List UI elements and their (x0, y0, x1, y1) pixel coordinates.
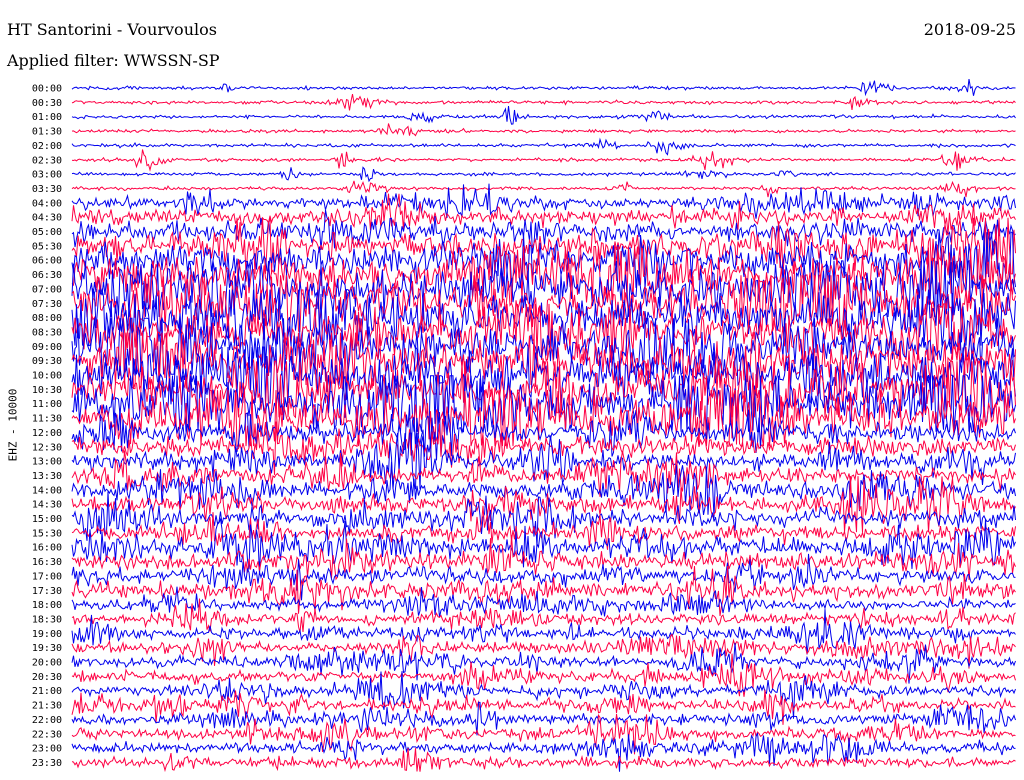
hour-tick-label: 02:00 (32, 141, 62, 152)
hour-tick-label: 07:00 (32, 284, 62, 295)
hour-tick-label: 06:00 (32, 256, 62, 267)
hour-tick-label: 17:30 (32, 586, 62, 597)
trace-22:00 (71, 701, 1016, 736)
hour-tick-label: 01:30 (32, 127, 62, 138)
hour-tick-label: 06:30 (32, 270, 62, 281)
hour-tick-label: 03:30 (32, 184, 62, 195)
hour-tick-label: 10:00 (32, 371, 62, 382)
trace-02:00 (71, 137, 1016, 156)
trace-08:00 (71, 287, 1016, 348)
hour-tick-label: 19:00 (32, 629, 62, 640)
trace-21:00 (71, 671, 1016, 719)
hour-tick-label: 16:30 (32, 557, 62, 568)
hour-tick-label: 02:30 (32, 155, 62, 166)
hour-tick-label: 12:00 (32, 428, 62, 439)
hour-tick-label: 19:30 (32, 643, 62, 654)
trace-00:00 (71, 79, 1016, 97)
hour-tick-label: 05:30 (32, 241, 62, 252)
hour-tick-label: 21:30 (32, 701, 62, 712)
hour-tick-label: 12:30 (32, 442, 62, 453)
hour-tick-label: 07:30 (32, 299, 62, 310)
hour-tick-label: 21:00 (32, 686, 62, 697)
hour-tick-label: 11:30 (32, 414, 62, 425)
hour-tick-label: 15:30 (32, 528, 62, 539)
trace-01:30 (71, 123, 1016, 137)
hour-tick-label: 22:00 (32, 715, 62, 726)
trace-01:00 (71, 106, 1016, 125)
hour-tick-label: 17:00 (32, 571, 62, 582)
hour-tick-label: 23:00 (32, 744, 62, 755)
trace-23:30 (71, 747, 1016, 773)
hour-tick-label: 04:30 (32, 213, 62, 224)
hour-tick-label: 13:30 (32, 471, 62, 482)
hour-tick-label: 03:00 (32, 170, 62, 181)
hour-tick-label: 08:30 (32, 327, 62, 338)
hour-tick-labels: 00:00 00:30 01:00 01:30 02:00 02:30 03:00 03:30… (32, 84, 62, 769)
hour-tick-label: 10:30 (32, 385, 62, 396)
trace-02:30 (71, 149, 1016, 172)
hour-tick-label: 00:30 (32, 98, 62, 109)
trace-00:30 (71, 93, 1016, 111)
trace-03:00 (71, 166, 1016, 183)
hour-tick-label: 20:30 (32, 672, 62, 683)
hour-tick-label: 23:30 (32, 758, 62, 769)
hour-tick-label: 14:00 (32, 485, 62, 496)
hour-tick-label: 09:00 (32, 342, 62, 353)
seismogram-plot: 00:00 00:30 01:00 01:30 02:00 02:30 03:00 03:30… (32, 79, 1016, 773)
hour-tick-label: 22:30 (32, 729, 62, 740)
trace-03:30 (71, 180, 1016, 198)
hour-tick-label: 18:30 (32, 614, 62, 625)
hour-tick-label: 04:00 (32, 198, 62, 209)
hour-tick-label: 15:00 (32, 514, 62, 525)
hour-tick-label: 20:00 (32, 658, 62, 669)
hour-tick-label: 11:00 (32, 399, 62, 410)
hour-tick-label: 14:30 (32, 500, 62, 511)
hour-tick-label: 13:00 (32, 457, 62, 468)
hour-tick-label: 00:00 (32, 84, 62, 95)
hour-tick-label: 05:00 (32, 227, 62, 238)
hour-tick-label: 18:00 (32, 600, 62, 611)
trace-lines (71, 79, 1016, 773)
hour-tick-label: 08:00 (32, 313, 62, 324)
hour-tick-label: 09:30 (32, 356, 62, 367)
hour-tick-label: 16:00 (32, 543, 62, 554)
hour-tick-label: 01:00 (32, 112, 62, 123)
